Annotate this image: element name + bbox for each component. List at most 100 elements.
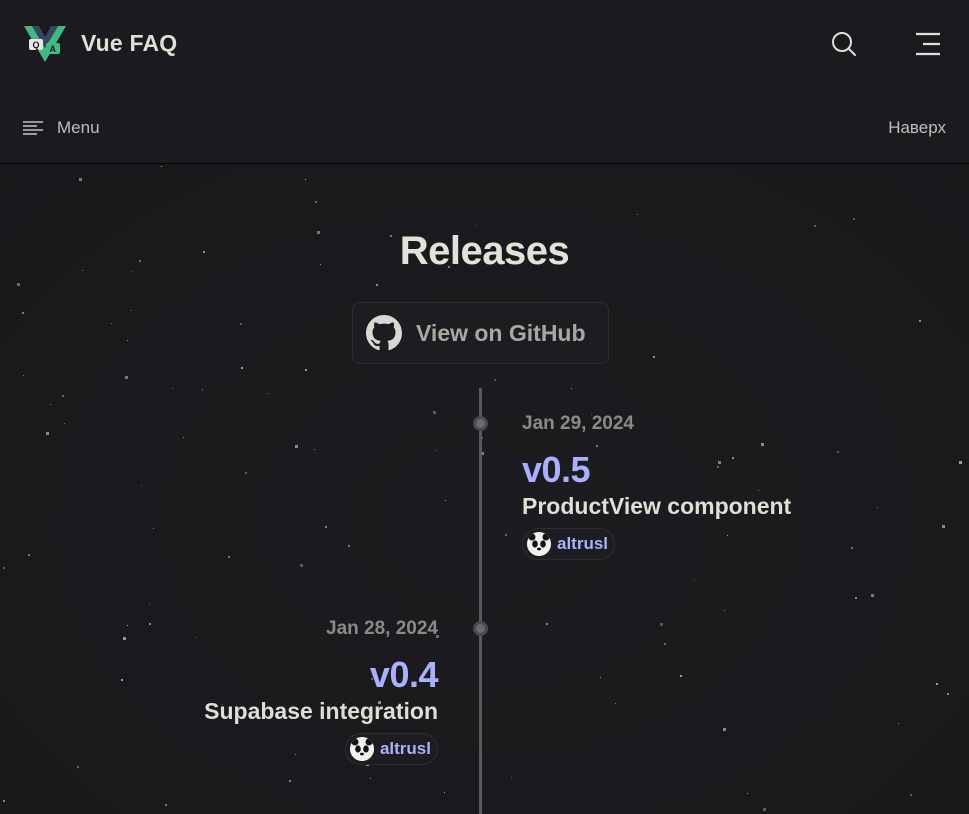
star — [46, 432, 49, 435]
star — [919, 320, 921, 322]
star — [546, 623, 548, 625]
view-on-github-button[interactable]: View on GitHub — [352, 302, 609, 364]
star — [121, 679, 123, 681]
panda-avatar-icon — [527, 532, 551, 556]
star — [202, 389, 203, 390]
star — [17, 283, 20, 286]
star — [149, 623, 151, 625]
star — [445, 500, 446, 501]
star — [64, 423, 65, 424]
release-entry: Jan 28, 2024 v0.4 Supabase integration a… — [204, 618, 438, 766]
star — [127, 340, 128, 341]
release-date: Jan 29, 2024 — [522, 413, 634, 434]
star — [267, 393, 268, 394]
star — [494, 379, 496, 381]
release-version-link[interactable]: v0.5 — [522, 449, 791, 491]
star — [505, 534, 507, 536]
star — [871, 594, 874, 597]
release-date: Jan 28, 2024 — [326, 618, 438, 639]
star — [376, 284, 378, 286]
author-name: altrusl — [379, 739, 431, 758]
star — [664, 643, 666, 645]
star — [947, 693, 949, 695]
star — [370, 778, 371, 779]
release-version-link[interactable]: v0.4 — [204, 654, 439, 696]
panda-avatar-icon — [349, 737, 374, 761]
star — [149, 604, 150, 605]
star — [3, 567, 5, 569]
star — [433, 411, 436, 414]
star — [436, 450, 437, 451]
star — [877, 507, 878, 508]
star — [172, 388, 173, 389]
star — [305, 369, 307, 371]
star — [814, 225, 816, 227]
star — [348, 545, 350, 547]
star — [910, 794, 912, 796]
star — [600, 677, 601, 678]
site-title[interactable]: Vue FAQ — [81, 30, 177, 57]
release-title: ProductView component — [522, 493, 792, 519]
star — [680, 675, 682, 677]
star — [747, 793, 748, 794]
star — [837, 451, 839, 453]
star — [125, 376, 128, 379]
author-name: altrusl — [557, 534, 609, 553]
release-title: Supabase integration — [204, 698, 438, 724]
star — [615, 703, 616, 704]
svg-text:Q: Q — [33, 40, 40, 50]
star — [851, 547, 853, 549]
menu-button[interactable]: Menu — [22, 118, 100, 138]
star — [444, 792, 445, 793]
star — [3, 800, 5, 802]
menu-label: Menu — [57, 118, 100, 137]
star — [228, 556, 230, 558]
star — [62, 395, 64, 397]
star — [165, 804, 167, 806]
back-to-top-link[interactable]: Наверх — [888, 118, 946, 138]
star — [240, 323, 242, 325]
star — [855, 597, 857, 599]
star — [853, 218, 855, 220]
star — [314, 449, 315, 450]
star — [653, 356, 655, 358]
star — [942, 525, 945, 528]
vue-qa-logo-icon[interactable]: Q A — [24, 26, 66, 62]
star — [123, 637, 126, 640]
star — [245, 472, 247, 474]
star — [111, 323, 112, 324]
star — [476, 225, 477, 226]
star — [315, 201, 317, 203]
star — [305, 179, 306, 180]
menu-lines-icon — [23, 121, 43, 135]
star — [241, 367, 243, 369]
star — [22, 312, 24, 314]
timeline-dot — [473, 416, 488, 431]
star — [131, 310, 132, 311]
star — [79, 178, 82, 181]
star — [571, 388, 572, 389]
local-nav: Menu Наверх — [0, 88, 969, 164]
top-navbar: Q A Vue FAQ — [0, 0, 969, 88]
star — [637, 214, 638, 215]
star — [724, 610, 725, 611]
hamburger-icon[interactable] — [914, 32, 942, 56]
author-badge[interactable]: altrusl — [522, 528, 616, 560]
star — [959, 461, 962, 464]
star — [153, 528, 154, 529]
star — [23, 375, 24, 376]
star — [127, 625, 128, 626]
star — [723, 728, 726, 731]
search-icon[interactable] — [830, 30, 858, 58]
star — [161, 166, 162, 167]
timeline-dot — [473, 621, 488, 636]
star — [141, 485, 142, 486]
author-badge[interactable]: altrusl — [344, 733, 438, 765]
release-entry: Jan 29, 2024 v0.5 ProductView component … — [522, 413, 791, 561]
star — [295, 445, 298, 448]
star — [694, 579, 695, 580]
star — [50, 404, 51, 405]
github-button-label: View on GitHub — [416, 319, 586, 346]
star — [77, 766, 79, 768]
star — [183, 437, 184, 438]
